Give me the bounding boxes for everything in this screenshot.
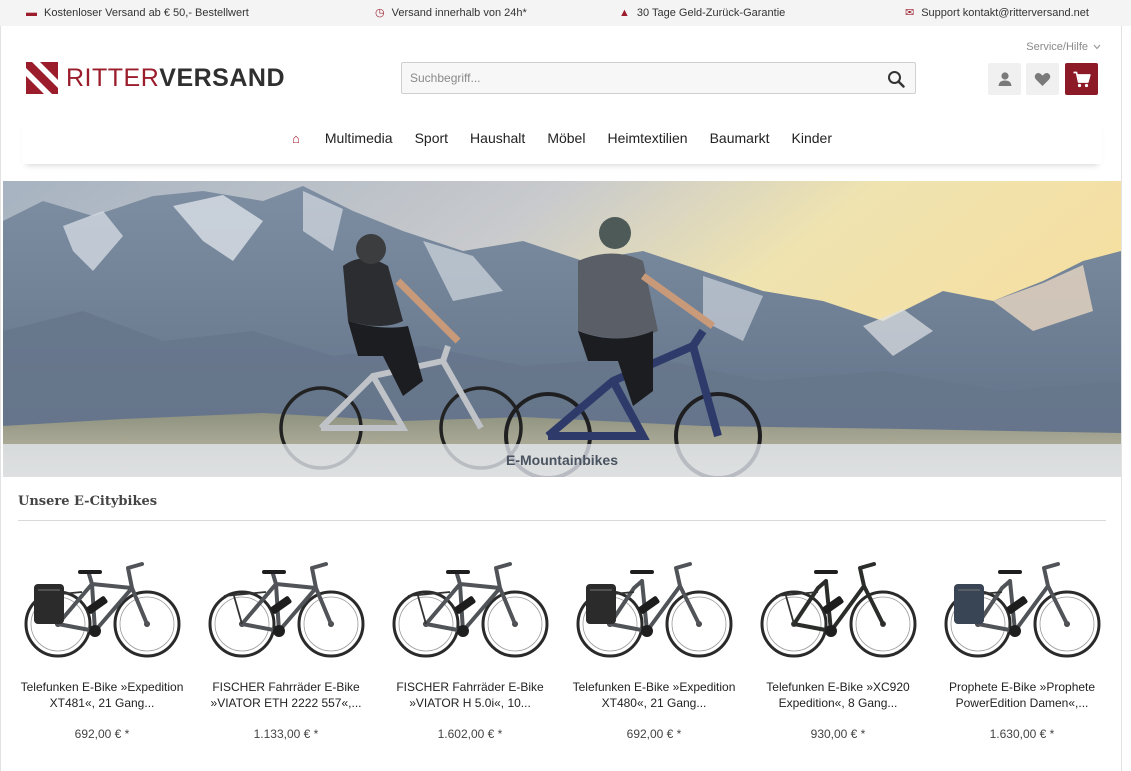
main-navigation: ⌂ Multimedia Sport Haushalt Möbel Heimte… xyxy=(22,118,1102,164)
search-input[interactable] xyxy=(402,63,872,93)
product-name[interactable]: Telefunken E-Bike »XC920 Expedition«, 8 G… xyxy=(748,679,928,711)
account-button[interactable] xyxy=(988,63,1021,95)
logo-text-versand: VERSAND xyxy=(159,64,286,92)
product-image[interactable] xyxy=(20,546,185,661)
hero-banner[interactable]: E-Mountainbikes xyxy=(3,181,1121,477)
search-icon[interactable] xyxy=(887,70,905,88)
shipping-info: ▬ Kostenloser Versand ab € 50,- Bestellw… xyxy=(26,7,249,19)
product-image[interactable] xyxy=(388,546,553,661)
product-name[interactable]: Telefunken E-Bike »Expedition XT480«, 21 … xyxy=(564,679,744,711)
product-image[interactable] xyxy=(572,546,737,661)
nav-item-heimtextilien[interactable]: Heimtextilien xyxy=(607,130,687,146)
guarantee-text: 30 Tage Geld-Zurück-Garantie xyxy=(636,7,786,19)
mail-icon: ✉ xyxy=(905,6,915,19)
clock-icon: ◷ xyxy=(375,6,385,19)
logo-wordmark: RITTERVERSAND xyxy=(66,62,285,94)
section-divider xyxy=(18,520,1106,521)
product-image[interactable] xyxy=(756,546,921,661)
nav-item-haushalt[interactable]: Haushalt xyxy=(470,130,525,146)
logo-mark-icon xyxy=(26,62,58,94)
nav-item-multimedia[interactable]: Multimedia xyxy=(325,130,393,146)
product-price: 1.133,00 € * xyxy=(253,727,319,741)
hero-caption[interactable]: E-Mountainbikes xyxy=(3,444,1121,477)
logo-text-ritter: RITTER xyxy=(66,64,160,92)
support-info[interactable]: ✉ Support kontakt@ritterversand.net xyxy=(905,7,1089,19)
product-card[interactable]: Telefunken E-Bike »Expedition XT480«, 21 … xyxy=(564,540,744,750)
nav-item-moebel[interactable]: Möbel xyxy=(547,130,585,146)
product-name[interactable]: FISCHER Fahrräder E-Bike »VIATOR H 5.0i«,… xyxy=(380,679,560,711)
thumbs-up-icon: ▲ xyxy=(619,6,630,19)
product-name[interactable]: Telefunken E-Bike »Expedition XT481«, 21 … xyxy=(12,679,192,711)
nav-item-baumarkt[interactable]: Baumarkt xyxy=(710,130,770,146)
product-slider: Telefunken E-Bike »Expedition XT481«, 21 … xyxy=(12,540,1112,750)
guarantee-info: ▲ 30 Tage Geld-Zurück-Garantie xyxy=(619,7,785,19)
search-box xyxy=(401,62,916,94)
ritterversand-logo[interactable]: RITTERVERSAND xyxy=(26,62,285,94)
service-menu[interactable]: Service/Hilfe xyxy=(1026,41,1101,53)
home-icon[interactable]: ⌂ xyxy=(292,131,300,146)
cart-button[interactable] xyxy=(1065,63,1098,95)
main-navigation-items: ⌂ Multimedia Sport Haushalt Möbel Heimte… xyxy=(22,130,1102,146)
nav-item-sport[interactable]: Sport xyxy=(415,130,448,146)
service-menu-label[interactable]: Service/Hilfe xyxy=(1026,41,1088,53)
user-icon xyxy=(998,72,1011,86)
product-price: 1.630,00 € * xyxy=(989,727,1055,741)
product-price: 930,00 € * xyxy=(810,727,866,741)
product-card[interactable]: FISCHER Fahrräder E-Bike »VIATOR ETH 2222… xyxy=(196,540,376,750)
chevron-down-icon xyxy=(1093,44,1101,50)
support-text[interactable]: Support kontakt@ritterversand.net xyxy=(921,7,1089,19)
shopping-cart-icon xyxy=(1073,71,1091,87)
wishlist-button[interactable] xyxy=(1026,63,1059,95)
product-image[interactable] xyxy=(204,546,369,661)
product-card[interactable]: FISCHER Fahrräder E-Bike »VIATOR H 5.0i«,… xyxy=(380,540,560,750)
product-name[interactable]: Prophete E-Bike »Prophete PowerEdition Da… xyxy=(932,679,1112,711)
product-card[interactable]: Telefunken E-Bike »Expedition XT481«, 21 … xyxy=(12,540,192,750)
top-info-bar: ▬ Kostenloser Versand ab € 50,- Bestellw… xyxy=(0,0,1131,26)
product-card[interactable]: Telefunken E-Bike »XC920 Expedition«, 8 G… xyxy=(748,540,928,750)
section-title: Unsere E-Citybikes xyxy=(18,494,158,509)
hero-image xyxy=(3,181,1121,477)
product-price: 1.602,00 € * xyxy=(437,727,503,741)
nav-item-kinder[interactable]: Kinder xyxy=(792,130,832,146)
product-price: 692,00 € * xyxy=(74,727,130,741)
delivery-time-text: Versand innerhalb von 24h* xyxy=(391,7,527,19)
truck-icon: ▬ xyxy=(26,6,37,19)
product-name[interactable]: FISCHER Fahrräder E-Bike »VIATOR ETH 2222… xyxy=(196,679,376,711)
product-card[interactable]: Prophete E-Bike »Prophete PowerEdition Da… xyxy=(932,540,1112,750)
delivery-time-info: ◷ Versand innerhalb von 24h* xyxy=(375,7,527,19)
heart-icon xyxy=(1034,72,1051,86)
product-image[interactable] xyxy=(940,546,1105,661)
shipping-info-text: Kostenloser Versand ab € 50,- Bestellwer… xyxy=(44,7,249,19)
product-price: 692,00 € * xyxy=(626,727,682,741)
